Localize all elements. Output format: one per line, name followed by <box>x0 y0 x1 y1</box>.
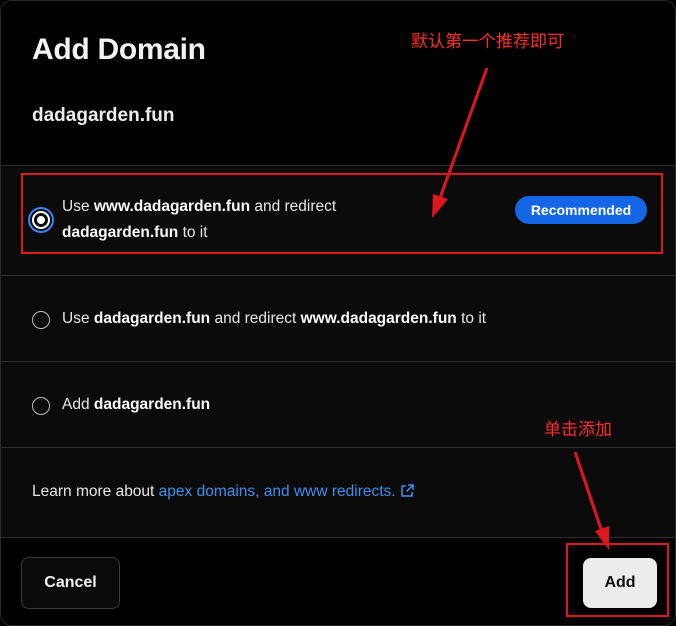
domain-name: dadagarden.fun <box>32 105 175 126</box>
option-2-redirect-domain: www.dadagarden.fun <box>300 310 457 327</box>
dialog-title: Add Domain <box>32 33 206 66</box>
add-domain-dialog: Add Domain dadagarden.fun Use www.dadaga… <box>0 0 676 626</box>
option-apex-redirect[interactable]: Use dadagarden.fun and redirect www.dada… <box>1 276 675 362</box>
radio-option-2[interactable] <box>32 311 50 329</box>
option-1-prefix: Use <box>62 198 94 215</box>
option-2-label: Use dadagarden.fun and redirect www.dada… <box>62 306 486 332</box>
learn-more-link[interactable]: apex domains, and www redirects. <box>159 483 396 500</box>
annotation-click-add: 单击添加 <box>544 420 612 440</box>
recommended-badge: Recommended <box>515 196 647 224</box>
learn-more-prefix: Learn more about <box>32 483 159 500</box>
learn-more-text: Learn more about apex domains, and www r… <box>32 483 414 503</box>
option-1-label: Use www.dadagarden.fun and redirect dada… <box>62 194 336 246</box>
cancel-button[interactable]: Cancel <box>21 557 120 609</box>
option-2-prefix: Use <box>62 310 94 327</box>
dialog-header: Add Domain dadagarden.fun <box>1 1 675 166</box>
option-1-suffix: to it <box>178 224 208 241</box>
option-1-mid: and redirect <box>250 198 337 215</box>
radio-option-3[interactable] <box>32 397 50 415</box>
option-2-suffix: to it <box>456 310 487 327</box>
external-link-icon[interactable] <box>400 484 414 503</box>
add-button[interactable]: Add <box>583 558 657 608</box>
option-3-domain: dadagarden.fun <box>93 396 211 413</box>
option-1-domain: www.dadagarden.fun <box>93 198 251 215</box>
option-3-prefix: Add <box>62 396 94 413</box>
radio-option-1[interactable] <box>32 211 50 229</box>
option-2-mid: and redirect <box>210 310 301 327</box>
option-1-redirect-domain: dadagarden.fun <box>62 224 179 241</box>
annotation-default: 默认第一个推荐即可 <box>411 32 564 52</box>
option-3-label: Add dadagarden.fun <box>62 392 210 418</box>
option-2-domain: dadagarden.fun <box>93 310 211 327</box>
